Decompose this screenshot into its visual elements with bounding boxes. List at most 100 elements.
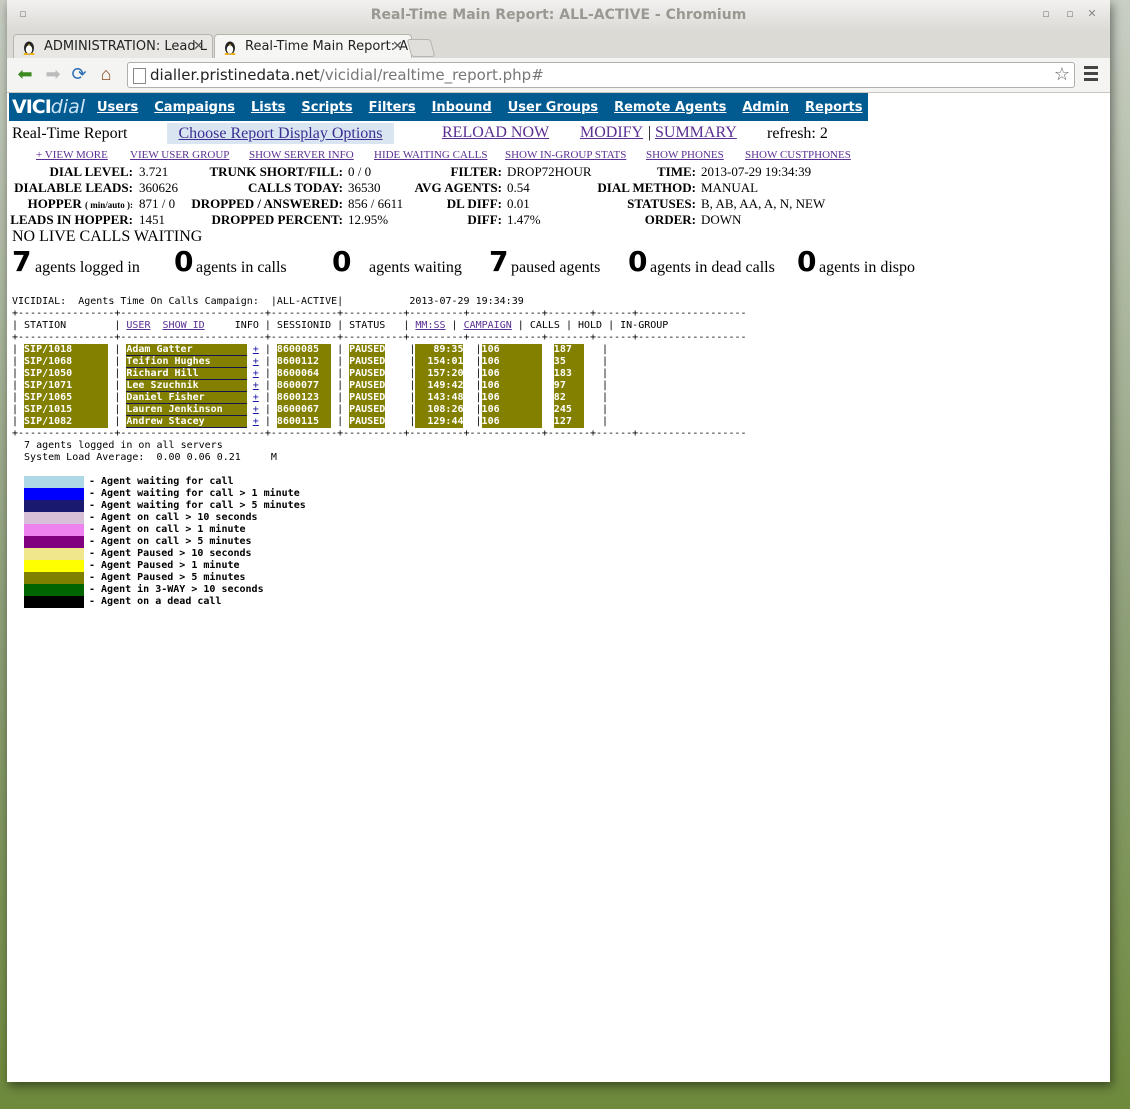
column-separator: |	[264, 380, 271, 391]
reload-now-link[interactable]: RELOAD NOW	[442, 124, 549, 142]
tab-administration[interactable]: ADMINISTRATION: Lead L ✕	[13, 34, 213, 58]
back-icon[interactable]: ⬅	[15, 64, 35, 84]
agents-logged-in-count: 7	[12, 245, 32, 278]
user-info-link[interactable]: +	[253, 380, 259, 392]
maximize-icon[interactable]: ▫	[1064, 8, 1076, 20]
agents-in-calls-label: agents in calls	[196, 259, 287, 276]
hopper-value: 871 / 0	[139, 196, 176, 211]
dial-method-value: MANUAL	[701, 180, 759, 195]
sort-campaign-link[interactable]: CAMPAIGN	[464, 320, 512, 331]
calls-today-label: CALLS TODAY:	[247, 180, 343, 195]
tab-realtime-report[interactable]: Real-Time Main Report: A ✕	[214, 34, 412, 58]
column-separator: |	[12, 368, 19, 379]
reload-icon[interactable]: ⟳	[69, 64, 89, 84]
campaign-text: 106	[481, 344, 500, 355]
legend-swatch	[24, 584, 84, 596]
agents-in-calls-count: 0	[174, 245, 194, 278]
avg-agents-label: AVG AGENTS:	[414, 180, 502, 195]
choose-display-options-link[interactable]: Choose Report Display Options	[167, 123, 394, 144]
leads-in-hopper-value: 1451	[139, 212, 165, 227]
nav-inbound[interactable]: Inbound	[432, 100, 492, 115]
summary-link[interactable]: SUMMARY	[655, 124, 737, 142]
nav-filters[interactable]: Filters	[369, 100, 416, 115]
nav-campaigns[interactable]: Campaigns	[154, 100, 235, 115]
column-separator: |	[114, 356, 121, 367]
forward-icon[interactable]: ➡	[43, 64, 63, 84]
bookmark-star-icon[interactable]: ☆	[1054, 63, 1070, 87]
user-info-link[interactable]: +	[253, 416, 259, 428]
new-tab-button[interactable]	[406, 39, 436, 57]
status-text: PAUSED	[349, 344, 386, 355]
tux-icon	[224, 41, 236, 55]
show-id-link[interactable]: SHOW ID	[163, 320, 205, 331]
user-info-link[interactable]: +	[253, 344, 259, 356]
show-server-info-link[interactable]: SHOW SERVER INFO	[249, 149, 354, 161]
vicidial-logo[interactable]: VICIdial	[9, 93, 89, 121]
nav-reports[interactable]: Reports	[805, 100, 862, 115]
nav-user-groups[interactable]: User Groups	[508, 100, 598, 115]
legend-label: - Agent waiting for call > 1 minute	[89, 488, 300, 499]
user-info-link[interactable]: +	[253, 356, 259, 368]
show-ingroup-stats-link[interactable]: SHOW IN-GROUP STATS	[505, 149, 626, 161]
session-id-text: 8600077	[276, 380, 320, 391]
campaign-text: 106	[481, 404, 500, 415]
dialable-leads-label: DIALABLE LEADS:	[14, 180, 133, 195]
user-info-link[interactable]: +	[253, 404, 259, 416]
station-text: SIP/1018	[24, 344, 73, 355]
minimize-icon[interactable]: ▫	[1040, 8, 1052, 20]
nav-scripts[interactable]: Scripts	[301, 100, 352, 115]
page-icon	[133, 68, 146, 84]
system-load-average: System Load Average: 0.00 0.06 0.21 M	[12, 452, 277, 463]
home-icon[interactable]: ⌂	[96, 64, 116, 84]
dial-level-label: DIAL LEVEL:	[49, 164, 133, 179]
url-host: dialler.pristinedata.net	[150, 66, 320, 84]
close-window-icon[interactable]: ✕	[1086, 8, 1098, 20]
legend-label: - Agent on call > 5 minutes	[89, 536, 252, 547]
logo-italic-text: dial	[50, 96, 86, 118]
column-separator: |	[601, 380, 608, 391]
diff-label: DIFF:	[467, 212, 502, 227]
mmss-text: 108:26	[427, 404, 464, 415]
report-title: Real-Time Report	[12, 125, 128, 142]
hopper-label-main: HOPPER	[27, 196, 82, 211]
nav-lists[interactable]: Lists	[251, 100, 285, 115]
show-custphones-link[interactable]: SHOW CUSTPHONES	[745, 149, 851, 161]
user-info-link[interactable]: +	[253, 368, 259, 380]
session-id-text: 8600112	[276, 356, 320, 367]
legend-swatch	[24, 500, 84, 512]
column-separator: |	[264, 416, 271, 427]
modify-link[interactable]: MODIFY	[580, 124, 643, 142]
hide-waiting-calls-link[interactable]: HIDE WAITING CALLS	[374, 149, 487, 161]
calls-text: 245	[553, 404, 572, 415]
nav-users[interactable]: Users	[97, 100, 138, 115]
legend-label: - Agent on call > 1 minute	[89, 524, 246, 535]
table-caption: VICIDIAL: Agents Time On Calls Campaign:…	[12, 296, 524, 307]
window-menu-icon[interactable]: ▫	[17, 8, 29, 20]
status-text: PAUSED	[349, 368, 386, 379]
tux-icon	[23, 41, 35, 55]
column-separator: |	[12, 344, 19, 355]
chrome-menu-icon[interactable]	[1084, 66, 1098, 84]
user-info-link[interactable]: +	[253, 392, 259, 404]
session-id-text: 8600123	[276, 392, 320, 403]
sort-mmss-link[interactable]: MM:SS	[415, 320, 445, 331]
column-separator: |	[264, 356, 271, 367]
campaign-text: 106	[481, 416, 500, 427]
column-separator: |	[114, 344, 121, 355]
no-live-calls-status: NO LIVE CALLS WAITING	[12, 228, 203, 245]
nav-admin[interactable]: Admin	[742, 100, 789, 115]
status-text: PAUSED	[349, 416, 386, 427]
sort-user-link[interactable]: USER	[126, 320, 150, 331]
column-separator: |	[114, 392, 121, 403]
view-user-group-link[interactable]: VIEW USER GROUP	[130, 149, 229, 161]
time-label: TIME:	[657, 164, 696, 179]
legend-swatch	[24, 560, 84, 572]
column-separator: |	[114, 380, 121, 391]
close-tab-icon[interactable]: ✕	[392, 35, 403, 58]
view-more-link[interactable]: + VIEW MORE	[36, 149, 108, 161]
nav-remote-agents[interactable]: Remote Agents	[614, 100, 726, 115]
address-bar[interactable]: dialler.pristinedata.net/vicidial/realti…	[127, 62, 1075, 88]
close-tab-icon[interactable]: ✕	[193, 35, 204, 58]
show-phones-link[interactable]: SHOW PHONES	[646, 149, 724, 161]
legend-label: - Agent waiting for call	[89, 476, 234, 487]
